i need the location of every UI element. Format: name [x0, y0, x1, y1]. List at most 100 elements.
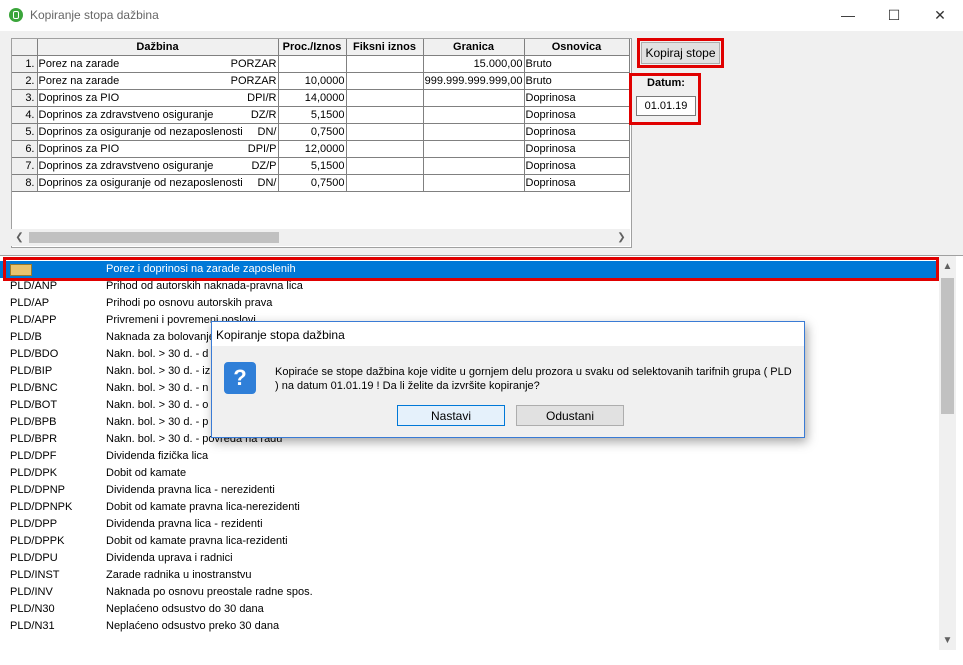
dazbina-cell[interactable]: Porez na zarade PORZAR [37, 72, 279, 90]
proc-cell[interactable]: 5,1500 [278, 157, 347, 175]
tariff-name: Naknada za bolovanje [106, 331, 215, 343]
scroll-thumb[interactable] [29, 232, 279, 243]
proc-cell[interactable]: 12,0000 [278, 140, 347, 158]
scroll-up-icon[interactable]: ▲ [939, 258, 956, 275]
fiksni-cell[interactable] [346, 55, 424, 73]
fiksni-cell[interactable] [346, 106, 424, 124]
proc-cell[interactable]: 5,1500 [278, 106, 347, 124]
fiksni-cell[interactable] [346, 157, 424, 175]
continue-button[interactable]: Nastavi [397, 405, 505, 426]
fiksni-cell[interactable] [346, 89, 424, 107]
grid-row[interactable]: 3. Doprinos za PIO DPI/R 14,0000 Doprinosa [12, 89, 630, 107]
dazbina-name: Doprinos za zdravstveno osiguranje [38, 160, 214, 172]
column-header-dazbina[interactable]: Dažbina [37, 39, 279, 56]
scroll-down-icon[interactable]: ▼ [939, 632, 956, 649]
tariff-name: Naknada po osnovu preostale radne spos. [106, 586, 313, 598]
tariff-name: Neplaćeno odsustvo do 30 dana [106, 603, 264, 615]
column-header-granica[interactable]: Granica [423, 39, 525, 56]
proc-cell[interactable]: 0,7500 [278, 174, 347, 192]
proc-cell[interactable]: 10,0000 [278, 72, 347, 90]
proc-cell[interactable]: 0,7500 [278, 123, 347, 141]
minimize-button[interactable]: — [825, 0, 871, 31]
list-item[interactable]: PLD/N31 Neplaćeno odsustvo preko 30 dana [0, 618, 938, 635]
granica-cell[interactable] [423, 89, 525, 107]
dazbina-code: DZ/R [250, 109, 277, 121]
grid-row[interactable]: 2. Porez na zarade PORZAR 10,0000 999.999.99… [12, 72, 630, 90]
proc-cell[interactable] [278, 55, 347, 73]
dazbina-cell[interactable]: Porez na zarade PORZAR [37, 55, 279, 73]
osnovica-cell[interactable]: Doprinosa [524, 140, 630, 158]
copy-rates-button[interactable]: Kopiraj stope [641, 42, 720, 64]
dazbina-cell[interactable]: Doprinos za osiguranje od nezaposlenosti… [37, 123, 279, 141]
tariff-code: PLD/DPF [10, 450, 57, 462]
granica-cell[interactable] [423, 157, 525, 175]
tariff-code: PLD/N31 [10, 620, 55, 632]
list-item[interactable]: PLD/DPK Dobit od kamate [0, 465, 938, 482]
osnovica-cell[interactable]: Doprinosa [524, 106, 630, 124]
scroll-thumb[interactable] [941, 278, 954, 414]
grid-row[interactable]: 1. Porez na zarade PORZAR 15.000,00 Bruto [12, 55, 630, 73]
list-item[interactable]: PLD/DPNP Dividenda pravna lica - nerezide… [0, 482, 938, 499]
grid-row[interactable]: 5. Doprinos za osiguranje od nezaposlenos… [12, 123, 630, 141]
osnovica-cell[interactable]: Doprinosa [524, 89, 630, 107]
fiksni-cell[interactable] [346, 140, 424, 158]
list-item[interactable]: PLD/AP Prihodi po osnovu autorskih prava [0, 295, 938, 312]
granica-cell[interactable] [423, 174, 525, 192]
grid-row[interactable]: 4. Doprinos za zdravstveno osiguranje DZ/R… [12, 106, 630, 124]
granica-cell[interactable] [423, 123, 525, 141]
proc-cell[interactable]: 14,0000 [278, 89, 347, 107]
osnovica-cell[interactable]: Bruto [524, 72, 630, 90]
grid-row[interactable]: 6. Doprinos za PIO DPI/P 12,0000 Doprinosa [12, 140, 630, 158]
tariff-name: Nakn. bol. > 30 d. - d [106, 348, 209, 360]
dazbina-cell[interactable]: Doprinos za PIO DPI/P [37, 140, 279, 158]
granica-cell[interactable]: 15.000,00 [423, 55, 525, 73]
dazbina-code: DZ/P [251, 160, 277, 172]
granica-cell[interactable] [423, 140, 525, 158]
list-item[interactable]: PLD/N30 Neplaćeno odsustvo do 30 dana [0, 601, 938, 618]
rates-grid[interactable]: Dažbina Proc./Iznos Fiksni iznos Granica… [11, 38, 632, 248]
osnovica-cell[interactable]: Doprinosa [524, 123, 630, 141]
grid-row[interactable]: 8. Doprinos za osiguranje od nezaposlenos… [12, 174, 630, 192]
list-vertical-scrollbar[interactable]: ▲ ▼ [939, 256, 956, 650]
tariff-code: PLD/DPNP [10, 484, 66, 496]
grid-horizontal-scrollbar[interactable]: ❮ ❯ [11, 229, 630, 246]
column-header-osnovica[interactable]: Osnovica [524, 39, 630, 56]
dazbina-cell[interactable]: Doprinos za PIO DPI/R [37, 89, 279, 107]
list-item[interactable]: PLD/INST Zarade radnika u inostranstvu [0, 567, 938, 584]
tariff-code: PLD/DPPK [10, 535, 65, 547]
tariff-name: Zarade radnika u inostranstvu [106, 569, 252, 581]
osnovica-cell[interactable]: Doprinosa [524, 174, 630, 192]
title-bar: Kopiranje stopa dažbina — ☐ ✕ [0, 0, 963, 31]
list-item[interactable]: PLD/DPNPK Dobit od kamate pravna lica-ner… [0, 499, 938, 516]
list-item[interactable]: PLD/INV Naknada po osnovu preostale radne… [0, 584, 938, 601]
list-item[interactable]: PLD/DPP Dividenda pravna lica - rezidenti [0, 516, 938, 533]
column-header-proc[interactable]: Proc./Iznos [278, 39, 347, 56]
scroll-right-icon[interactable]: ❯ [613, 229, 630, 246]
granica-cell[interactable]: 999.999.999.999,00 [423, 72, 525, 90]
fiksni-cell[interactable] [346, 123, 424, 141]
cancel-button[interactable]: Odustani [516, 405, 624, 426]
osnovica-cell[interactable]: Bruto [524, 55, 630, 73]
window-title: Kopiranje stopa dažbina [30, 8, 159, 22]
dazbina-cell[interactable]: Doprinos za zdravstveno osiguranje DZ/R [37, 106, 279, 124]
dazbina-cell[interactable]: Doprinos za osiguranje od nezaposlenosti… [37, 174, 279, 192]
dazbina-cell[interactable]: Doprinos za zdravstveno osiguranje DZ/P [37, 157, 279, 175]
maximize-button[interactable]: ☐ [871, 0, 917, 31]
grid-row[interactable]: 7. Doprinos za zdravstveno osiguranje DZ/P… [12, 157, 630, 175]
list-item[interactable]: PLD/DPU Dividenda uprava i radnici [0, 550, 938, 567]
list-item[interactable]: PLD/DPPK Dobit od kamate pravna lica-rezi… [0, 533, 938, 550]
column-header-fiksni[interactable]: Fiksni iznos [346, 39, 424, 56]
dialog-title-bar: Kopiranje stopa dažbina [212, 322, 804, 346]
dazbina-code: DN/ [257, 177, 277, 189]
close-button[interactable]: ✕ [917, 0, 963, 31]
dazbina-name: Porez na zarade [38, 75, 120, 87]
granica-cell[interactable] [423, 106, 525, 124]
fiksni-cell[interactable] [346, 72, 424, 90]
row-number: 1. [12, 55, 38, 73]
fiksni-cell[interactable] [346, 174, 424, 192]
tariff-group-list[interactable]: Porez i doprinosi na zarade zaposlenih PL… [0, 255, 963, 665]
list-item[interactable]: PLD/DPF Dividenda fizička lica [0, 448, 938, 465]
date-field[interactable]: 01.01.19 [636, 96, 696, 116]
scroll-left-icon[interactable]: ❮ [11, 229, 28, 246]
osnovica-cell[interactable]: Doprinosa [524, 157, 630, 175]
